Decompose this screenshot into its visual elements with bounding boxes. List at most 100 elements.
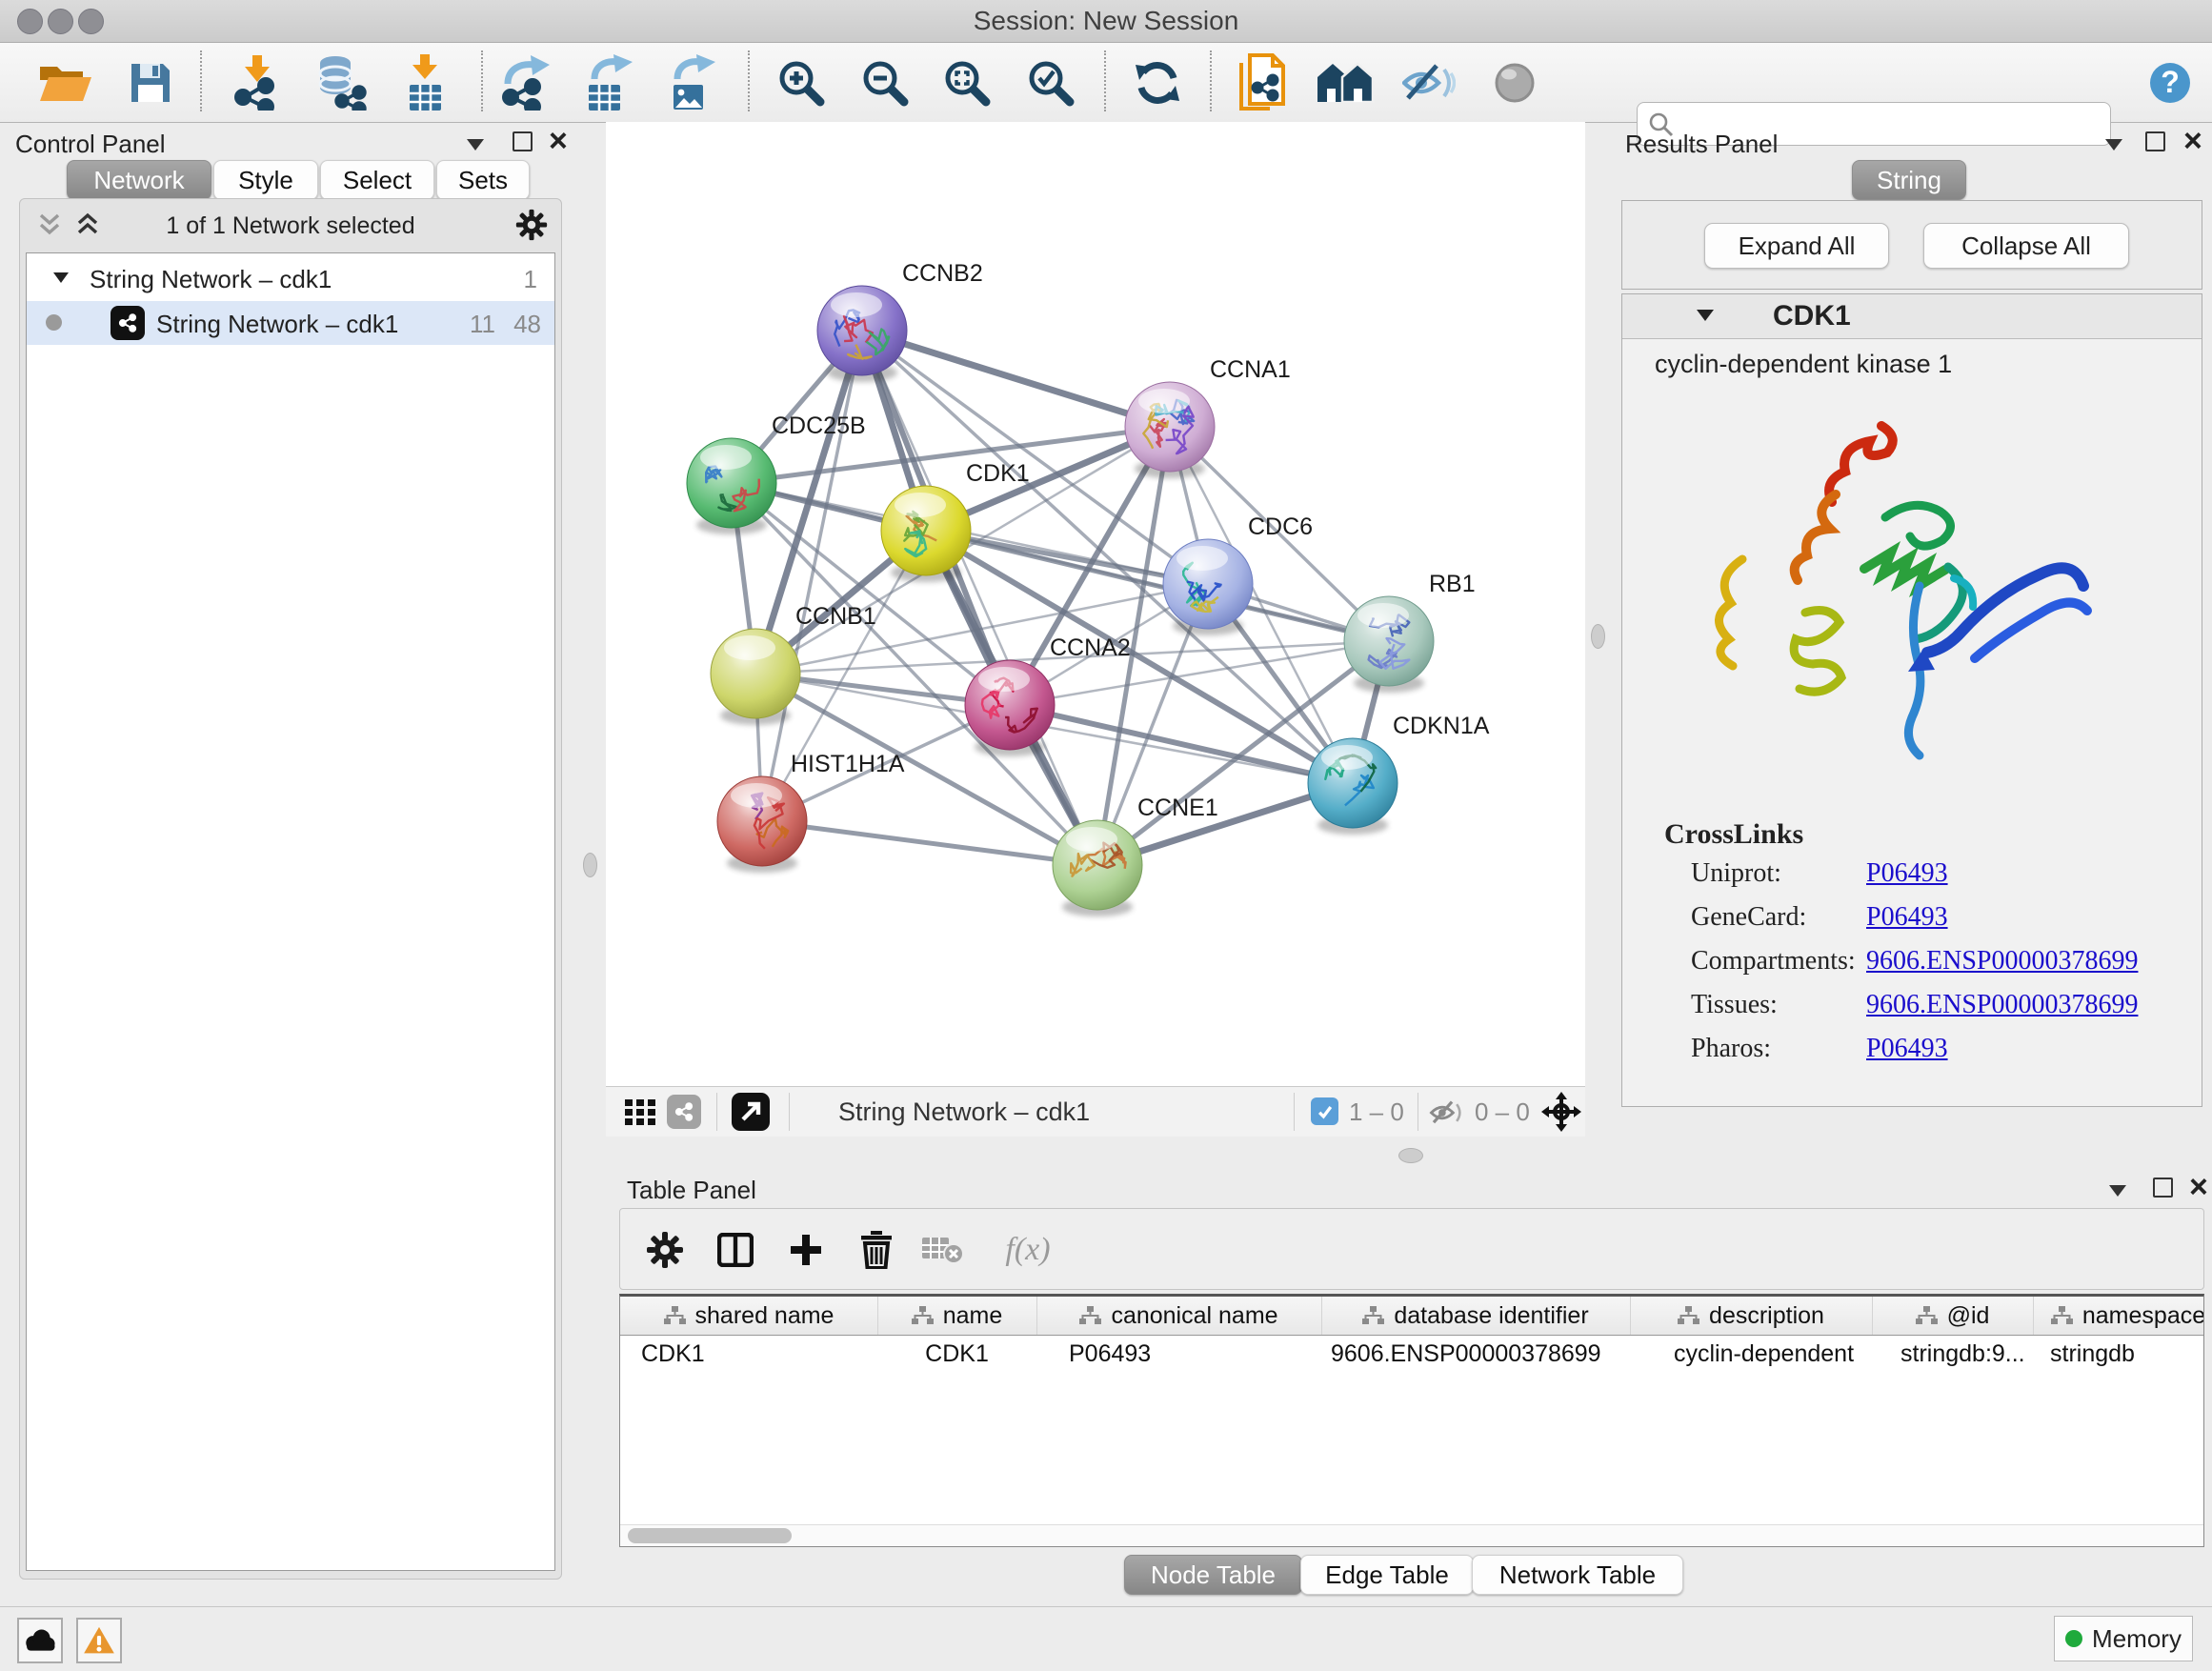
- open-in-new-window-button[interactable]: [732, 1093, 770, 1131]
- network-row-selected[interactable]: String Network – cdk1 11 48: [27, 301, 554, 345]
- refresh-button[interactable]: [1129, 54, 1186, 111]
- tab-network[interactable]: Network: [67, 160, 211, 200]
- network-edge-HIST1H1A-CCNE1[interactable]: [762, 821, 1097, 865]
- node-section-header[interactable]: CDK1: [1622, 294, 2202, 339]
- zoom-fit-button[interactable]: [938, 54, 995, 111]
- network-node-RB1[interactable]: RB1: [1344, 571, 1476, 693]
- function-builder-button[interactable]: f(x): [990, 1228, 1066, 1272]
- section-expander-icon[interactable]: [1697, 310, 1714, 321]
- import-table-button[interactable]: [396, 54, 453, 111]
- crosslinks-title: CrossLinks: [1664, 818, 1803, 851]
- tab-network-table[interactable]: Network Table: [1472, 1555, 1683, 1595]
- control-panel-close-icon[interactable]: ×: [549, 130, 568, 152]
- grid-view-icon[interactable]: [625, 1099, 655, 1126]
- export-image-button[interactable]: [664, 54, 721, 111]
- delete-column-button[interactable]: [855, 1228, 898, 1272]
- table-panel-float-icon[interactable]: [2153, 1178, 2173, 1198]
- table-options-button[interactable]: [643, 1228, 687, 1272]
- crosslink-value[interactable]: 9606.ENSP00000378699: [1866, 946, 2138, 976]
- warnings-button[interactable]: [76, 1618, 122, 1663]
- tab-edge-table[interactable]: Edge Table: [1300, 1555, 1474, 1595]
- hide-unhide-button[interactable]: [1400, 54, 1458, 111]
- table-cell[interactable]: CDK1: [620, 1335, 877, 1373]
- table-cell[interactable]: stringdb:9...: [1872, 1335, 2033, 1373]
- expand-all-button[interactable]: Expand All: [1704, 223, 1889, 269]
- crosslink-value[interactable]: P06493: [1866, 1034, 1948, 1064]
- network-node-label: CDK1: [966, 460, 1030, 487]
- network-view[interactable]: CCNB2CCNA1CDC25BCDK1CDC6RB1CCNB1CCNA2CDK…: [606, 122, 1585, 1086]
- zoom-in-button[interactable]: [773, 54, 830, 111]
- table-panel-menu-caret-icon[interactable]: [2109, 1185, 2126, 1197]
- network-node-CCNE1[interactable]: CCNE1: [1053, 795, 1218, 916]
- node-section-title: CDK1: [1773, 300, 1851, 332]
- tab-node-table[interactable]: Node Table: [1124, 1555, 1302, 1595]
- hidden-eye-slash-icon[interactable]: [1429, 1099, 1465, 1126]
- network-node-CDC25B[interactable]: CDC25B: [687, 413, 866, 534]
- results-panel-menu-caret-icon[interactable]: [2105, 139, 2122, 151]
- show-columns-button[interactable]: [714, 1228, 757, 1272]
- collapse-all-button[interactable]: Collapse All: [1923, 223, 2129, 269]
- network-node-CDKN1A[interactable]: CDKN1A: [1308, 713, 1490, 835]
- column-header-canonical-name[interactable]: canonical name: [1036, 1297, 1322, 1335]
- scrollbar-thumb[interactable]: [628, 1528, 792, 1543]
- column-header-description[interactable]: description: [1630, 1297, 1873, 1335]
- column-header-database-identifier[interactable]: database identifier: [1321, 1297, 1631, 1335]
- tab-sets[interactable]: Sets: [436, 160, 530, 200]
- delete-table-button[interactable]: [921, 1228, 965, 1272]
- column-header-shared-name[interactable]: shared name: [620, 1297, 878, 1335]
- zoom-out-button[interactable]: [856, 54, 914, 111]
- save-session-button[interactable]: [122, 54, 179, 111]
- preview-orb-button[interactable]: [1486, 54, 1543, 111]
- results-panel-close-icon[interactable]: ×: [2183, 130, 2202, 152]
- string-view-icon[interactable]: [667, 1095, 701, 1129]
- export-table-button[interactable]: [581, 54, 638, 111]
- cloud-status-button[interactable]: [17, 1618, 63, 1663]
- splitter-handle[interactable]: [1398, 1148, 1423, 1163]
- import-database-button[interactable]: [312, 54, 370, 111]
- splitter-handle[interactable]: [1591, 624, 1605, 649]
- cytoscape-window: { "window": { "title": "Session: New Ses…: [0, 0, 2212, 1671]
- network-edge-CCNB2-CCNE1[interactable]: [862, 331, 1097, 865]
- network-node-CCNA1[interactable]: CCNA1: [1125, 356, 1291, 478]
- results-panel-float-icon[interactable]: [2145, 131, 2165, 151]
- zoom-selected-button[interactable]: [1022, 54, 1079, 111]
- splitter-handle[interactable]: [583, 853, 597, 877]
- network-collection-row[interactable]: String Network – cdk1 1: [27, 257, 554, 301]
- network-edge-CCNA2-CDKN1A[interactable]: [1010, 705, 1353, 783]
- import-network-button[interactable]: [229, 54, 286, 111]
- network-options-gear-icon[interactable]: [515, 209, 548, 241]
- table-horizontal-scrollbar[interactable]: [620, 1524, 2203, 1546]
- table-cell[interactable]: cyclin-dependent ...: [1630, 1335, 1872, 1373]
- open-session-button[interactable]: [36, 54, 93, 111]
- crosslink-value[interactable]: 9606.ENSP00000378699: [1866, 990, 2138, 1020]
- table-cell[interactable]: 9606.ENSP00000378699: [1321, 1335, 1630, 1373]
- export-network-button[interactable]: [498, 54, 555, 111]
- table-panel-close-icon[interactable]: ×: [2189, 1176, 2208, 1198]
- create-column-button[interactable]: [784, 1228, 828, 1272]
- control-panel-float-icon[interactable]: [513, 131, 533, 151]
- network-title: String Network – cdk1: [838, 1087, 1090, 1137]
- crosslink-value[interactable]: P06493: [1866, 858, 1948, 889]
- tab-style[interactable]: Style: [213, 160, 318, 200]
- home-button[interactable]: [1317, 54, 1375, 111]
- tab-select[interactable]: Select: [320, 160, 434, 200]
- tab-string[interactable]: String: [1852, 160, 1966, 200]
- crosslink-value[interactable]: P06493: [1866, 902, 1948, 933]
- navigator-crosshair-icon[interactable]: [1541, 1092, 1581, 1132]
- network-edge-CCNB2-CCNA1[interactable]: [862, 331, 1170, 427]
- column-header-name[interactable]: name: [877, 1297, 1037, 1335]
- table-cell[interactable]: CDK1: [877, 1335, 1036, 1373]
- memory-button[interactable]: Memory: [2054, 1616, 2193, 1661]
- network-node-CDK1[interactable]: CDK1: [881, 460, 1030, 582]
- network-node-label: CDC6: [1248, 513, 1313, 540]
- help-button[interactable]: ?: [2142, 54, 2199, 111]
- table-cell[interactable]: P06493: [1036, 1335, 1321, 1373]
- column-header-namespace[interactable]: namespace: [2033, 1297, 2204, 1335]
- table-cell[interactable]: stringdb: [2033, 1335, 2204, 1373]
- network-node-HIST1H1A[interactable]: HIST1H1A: [717, 751, 905, 873]
- share-document-button[interactable]: [1234, 54, 1291, 111]
- selected-checkbox-icon[interactable]: [1311, 1097, 1338, 1125]
- collection-expander-icon[interactable]: [53, 272, 69, 283]
- control-panel-menu-caret-icon[interactable]: [467, 139, 484, 151]
- column-header--id[interactable]: @id: [1872, 1297, 2034, 1335]
